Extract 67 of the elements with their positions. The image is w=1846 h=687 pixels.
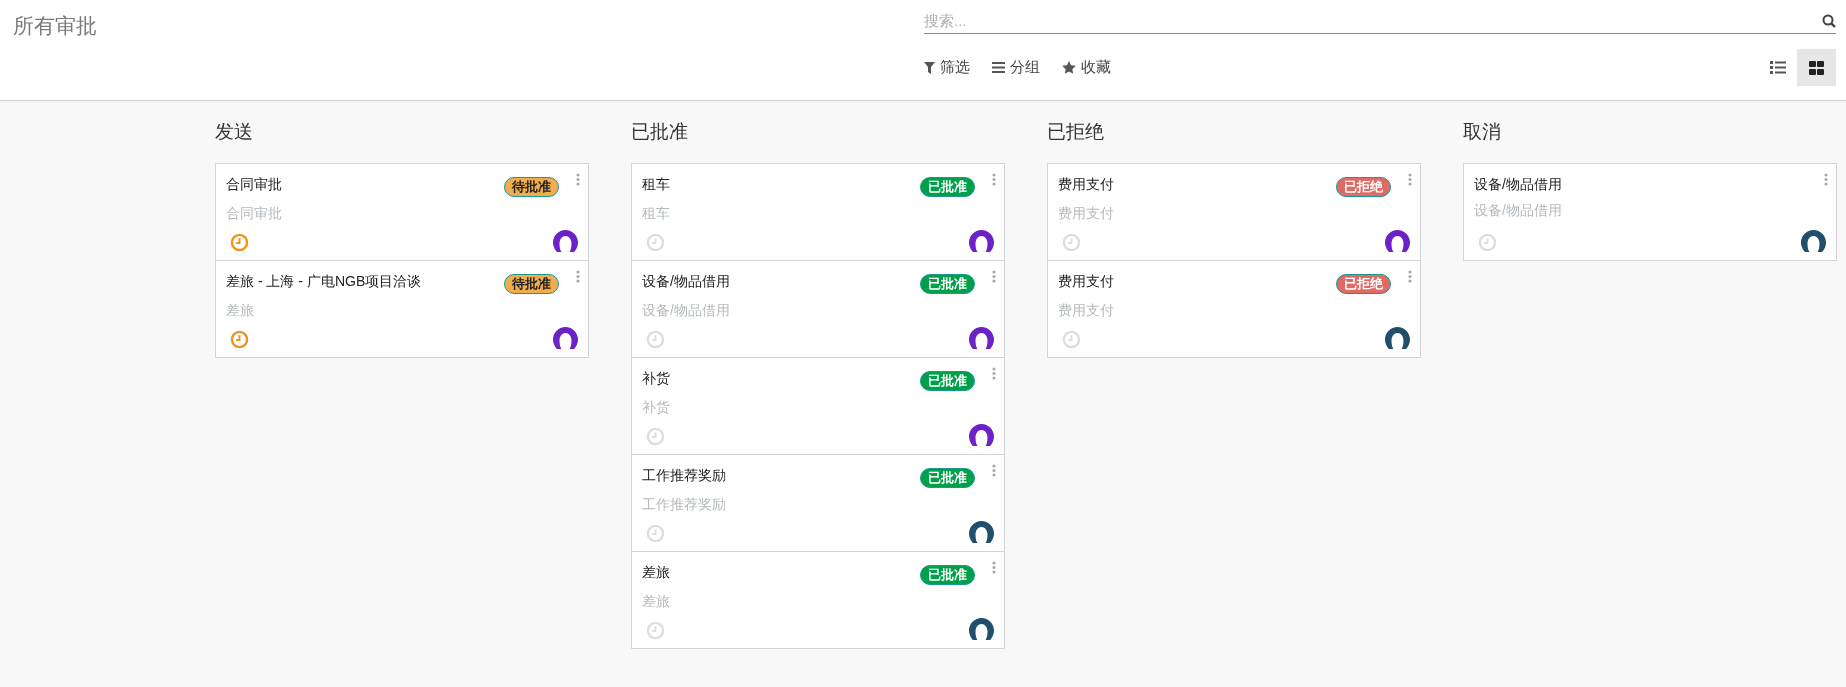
status-badge: 已批准 [920, 468, 975, 488]
more-icon[interactable] [992, 367, 996, 380]
card-subtitle: 设备/物品借用 [642, 301, 731, 320]
filter-menu-button[interactable]: 分组 [992, 56, 1040, 79]
status-badge: 已批准 [920, 274, 975, 294]
card-subtitle: 设备/物品借用 [1474, 201, 1563, 220]
approval-card[interactable]: 合同审批 待批准 合同审批 [215, 163, 589, 261]
page-title: 所有审批 [13, 14, 97, 37]
column-title: 已拒绝 [1047, 120, 1105, 144]
more-icon[interactable] [992, 561, 996, 574]
approval-card[interactable]: 差旅 - 上海 - 广电NGB项目洽谈 待批准 差旅 [215, 260, 589, 358]
filter-icon [924, 61, 935, 74]
star-icon [1062, 61, 1076, 74]
card-subtitle: 合同审批 [226, 204, 283, 223]
list-icon [1769, 61, 1786, 74]
card-subtitle: 费用支付 [1058, 204, 1115, 223]
card-title: 设备/物品借用 [1474, 175, 1562, 194]
column-title: 发送 [215, 120, 254, 144]
card-title: 合同审批 [226, 175, 282, 194]
filter-menu-button[interactable]: 筛选 [924, 56, 970, 79]
status-badge: 已拒绝 [1336, 274, 1391, 294]
approval-card[interactable]: 设备/物品借用 已批准 设备/物品借用 [631, 260, 1005, 358]
card-subtitle: 差旅 [642, 592, 671, 611]
card-title: 差旅 - 上海 - 广电NGB项目洽谈 [226, 272, 422, 291]
card-title: 设备/物品借用 [642, 272, 730, 291]
card-subtitle: 租车 [642, 204, 671, 223]
more-icon[interactable] [576, 173, 580, 186]
more-icon[interactable] [992, 270, 996, 283]
more-icon[interactable] [1408, 173, 1412, 186]
status-badge: 已批准 [920, 371, 975, 391]
status-badge: 已批准 [920, 565, 975, 585]
column-title: 已批准 [631, 120, 689, 144]
status-badge: 待批准 [504, 274, 559, 294]
more-icon[interactable] [576, 270, 580, 283]
card-title: 费用支付 [1058, 272, 1114, 291]
approval-card[interactable]: 费用支付 已拒绝 费用支付 [1047, 260, 1421, 358]
menu-icon [992, 62, 1005, 73]
more-icon[interactable] [1824, 173, 1828, 186]
card-subtitle: 工作推荐奖励 [642, 495, 727, 514]
card-title: 差旅 [642, 563, 670, 582]
card-subtitle: 补货 [642, 398, 671, 417]
more-icon[interactable] [1408, 270, 1412, 283]
clock-icon[interactable] [230, 330, 249, 349]
approval-card[interactable]: 工作推荐奖励 已批准 工作推荐奖励 [631, 454, 1005, 552]
card-title: 费用支付 [1058, 175, 1114, 194]
grid-icon [1809, 60, 1824, 75]
approval-card[interactable]: 租车 已批准 租车 [631, 163, 1005, 261]
status-badge: 待批准 [504, 177, 559, 197]
view-switch-button[interactable] [1797, 49, 1836, 86]
approval-card[interactable]: 差旅 已批准 差旅 [631, 551, 1005, 649]
search-field[interactable]: 搜索... [924, 8, 1836, 34]
card-title: 租车 [642, 175, 670, 194]
status-badge: 已批准 [920, 177, 975, 197]
more-icon[interactable] [992, 173, 996, 186]
search-icon[interactable] [1822, 14, 1836, 28]
approval-card[interactable]: 补货 已批准 补货 [631, 357, 1005, 455]
approval-card[interactable]: 设备/物品借用 设备/物品借用 [1463, 163, 1837, 261]
card-title: 工作推荐奖励 [642, 466, 726, 485]
more-icon[interactable] [992, 464, 996, 477]
card-subtitle: 差旅 [226, 301, 255, 320]
clock-icon[interactable] [230, 233, 249, 252]
card-title: 补货 [642, 369, 670, 388]
column-title: 取消 [1463, 120, 1502, 144]
status-badge: 已拒绝 [1336, 177, 1391, 197]
card-subtitle: 费用支付 [1058, 301, 1115, 320]
filter-menu-button[interactable]: 收藏 [1062, 56, 1111, 79]
approval-card[interactable]: 费用支付 已拒绝 费用支付 [1047, 163, 1421, 261]
